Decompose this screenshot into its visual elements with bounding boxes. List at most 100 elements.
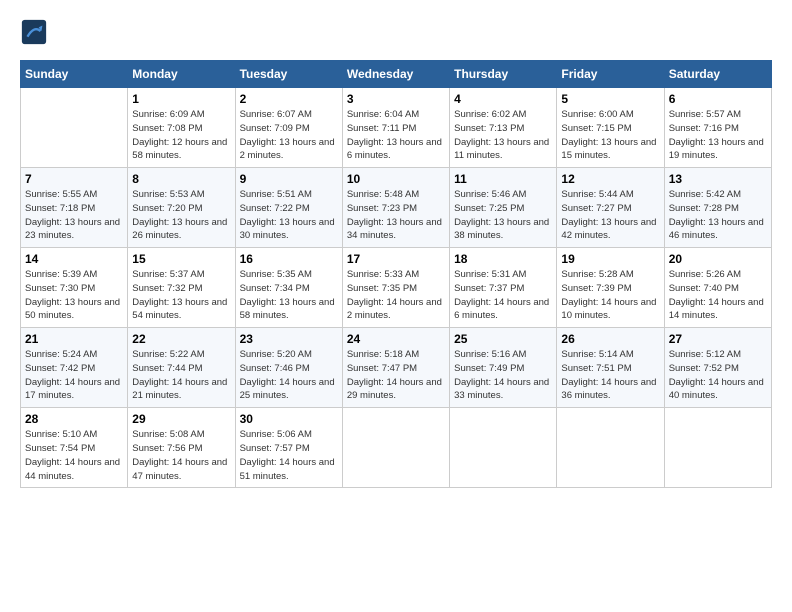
- day-number: 12: [561, 172, 659, 186]
- sun-info: Sunrise: 5:46 AM Sunset: 7:25 PM Dayligh…: [454, 188, 552, 243]
- sun-info: Sunrise: 5:06 AM Sunset: 7:57 PM Dayligh…: [240, 428, 338, 483]
- calendar-cell: 27 Sunrise: 5:12 AM Sunset: 7:52 PM Dayl…: [664, 328, 771, 408]
- calendar-table: SundayMondayTuesdayWednesdayThursdayFrid…: [20, 60, 772, 488]
- calendar-cell: 9 Sunrise: 5:51 AM Sunset: 7:22 PM Dayli…: [235, 168, 342, 248]
- sun-info: Sunrise: 5:28 AM Sunset: 7:39 PM Dayligh…: [561, 268, 659, 323]
- sun-info: Sunrise: 5:48 AM Sunset: 7:23 PM Dayligh…: [347, 188, 445, 243]
- calendar-cell: 23 Sunrise: 5:20 AM Sunset: 7:46 PM Dayl…: [235, 328, 342, 408]
- calendar-cell: 21 Sunrise: 5:24 AM Sunset: 7:42 PM Dayl…: [21, 328, 128, 408]
- sun-info: Sunrise: 5:20 AM Sunset: 7:46 PM Dayligh…: [240, 348, 338, 403]
- day-header-monday: Monday: [128, 61, 235, 88]
- day-header-friday: Friday: [557, 61, 664, 88]
- sun-info: Sunrise: 5:18 AM Sunset: 7:47 PM Dayligh…: [347, 348, 445, 403]
- sun-info: Sunrise: 5:44 AM Sunset: 7:27 PM Dayligh…: [561, 188, 659, 243]
- sun-info: Sunrise: 6:04 AM Sunset: 7:11 PM Dayligh…: [347, 108, 445, 163]
- calendar-cell: 3 Sunrise: 6:04 AM Sunset: 7:11 PM Dayli…: [342, 88, 449, 168]
- week-row-4: 21 Sunrise: 5:24 AM Sunset: 7:42 PM Dayl…: [21, 328, 772, 408]
- day-number: 15: [132, 252, 230, 266]
- sun-info: Sunrise: 5:42 AM Sunset: 7:28 PM Dayligh…: [669, 188, 767, 243]
- sun-info: Sunrise: 5:39 AM Sunset: 7:30 PM Dayligh…: [25, 268, 123, 323]
- sun-info: Sunrise: 5:33 AM Sunset: 7:35 PM Dayligh…: [347, 268, 445, 323]
- calendar-header: SundayMondayTuesdayWednesdayThursdayFrid…: [21, 61, 772, 88]
- day-number: 4: [454, 92, 552, 106]
- day-number: 5: [561, 92, 659, 106]
- week-row-1: 1 Sunrise: 6:09 AM Sunset: 7:08 PM Dayli…: [21, 88, 772, 168]
- sun-info: Sunrise: 5:55 AM Sunset: 7:18 PM Dayligh…: [25, 188, 123, 243]
- sun-info: Sunrise: 5:26 AM Sunset: 7:40 PM Dayligh…: [669, 268, 767, 323]
- calendar-cell: 5 Sunrise: 6:00 AM Sunset: 7:15 PM Dayli…: [557, 88, 664, 168]
- sun-info: Sunrise: 5:24 AM Sunset: 7:42 PM Dayligh…: [25, 348, 123, 403]
- week-row-2: 7 Sunrise: 5:55 AM Sunset: 7:18 PM Dayli…: [21, 168, 772, 248]
- logo: [20, 18, 52, 46]
- day-header-wednesday: Wednesday: [342, 61, 449, 88]
- calendar-cell: 13 Sunrise: 5:42 AM Sunset: 7:28 PM Dayl…: [664, 168, 771, 248]
- day-header-sunday: Sunday: [21, 61, 128, 88]
- sun-info: Sunrise: 5:53 AM Sunset: 7:20 PM Dayligh…: [132, 188, 230, 243]
- day-header-tuesday: Tuesday: [235, 61, 342, 88]
- day-number: 19: [561, 252, 659, 266]
- calendar-cell: 30 Sunrise: 5:06 AM Sunset: 7:57 PM Dayl…: [235, 408, 342, 488]
- calendar-cell: 17 Sunrise: 5:33 AM Sunset: 7:35 PM Dayl…: [342, 248, 449, 328]
- sun-info: Sunrise: 5:22 AM Sunset: 7:44 PM Dayligh…: [132, 348, 230, 403]
- day-number: 1: [132, 92, 230, 106]
- day-number: 17: [347, 252, 445, 266]
- calendar-cell: [342, 408, 449, 488]
- calendar-cell: [450, 408, 557, 488]
- calendar-body: 1 Sunrise: 6:09 AM Sunset: 7:08 PM Dayli…: [21, 88, 772, 488]
- calendar-cell: 1 Sunrise: 6:09 AM Sunset: 7:08 PM Dayli…: [128, 88, 235, 168]
- day-number: 20: [669, 252, 767, 266]
- calendar-cell: 10 Sunrise: 5:48 AM Sunset: 7:23 PM Dayl…: [342, 168, 449, 248]
- day-number: 28: [25, 412, 123, 426]
- day-number: 23: [240, 332, 338, 346]
- sun-info: Sunrise: 5:51 AM Sunset: 7:22 PM Dayligh…: [240, 188, 338, 243]
- sun-info: Sunrise: 5:16 AM Sunset: 7:49 PM Dayligh…: [454, 348, 552, 403]
- calendar-cell: [557, 408, 664, 488]
- calendar-cell: 12 Sunrise: 5:44 AM Sunset: 7:27 PM Dayl…: [557, 168, 664, 248]
- day-number: 11: [454, 172, 552, 186]
- sun-info: Sunrise: 5:57 AM Sunset: 7:16 PM Dayligh…: [669, 108, 767, 163]
- calendar-cell: 25 Sunrise: 5:16 AM Sunset: 7:49 PM Dayl…: [450, 328, 557, 408]
- sun-info: Sunrise: 5:12 AM Sunset: 7:52 PM Dayligh…: [669, 348, 767, 403]
- sun-info: Sunrise: 6:09 AM Sunset: 7:08 PM Dayligh…: [132, 108, 230, 163]
- day-number: 10: [347, 172, 445, 186]
- day-header-thursday: Thursday: [450, 61, 557, 88]
- day-number: 26: [561, 332, 659, 346]
- day-number: 30: [240, 412, 338, 426]
- day-number: 9: [240, 172, 338, 186]
- calendar-cell: [664, 408, 771, 488]
- day-number: 14: [25, 252, 123, 266]
- calendar-cell: 22 Sunrise: 5:22 AM Sunset: 7:44 PM Dayl…: [128, 328, 235, 408]
- week-row-3: 14 Sunrise: 5:39 AM Sunset: 7:30 PM Dayl…: [21, 248, 772, 328]
- calendar-cell: 28 Sunrise: 5:10 AM Sunset: 7:54 PM Dayl…: [21, 408, 128, 488]
- day-header-saturday: Saturday: [664, 61, 771, 88]
- day-number: 16: [240, 252, 338, 266]
- sun-info: Sunrise: 5:10 AM Sunset: 7:54 PM Dayligh…: [25, 428, 123, 483]
- week-row-5: 28 Sunrise: 5:10 AM Sunset: 7:54 PM Dayl…: [21, 408, 772, 488]
- day-number: 25: [454, 332, 552, 346]
- logo-icon: [20, 18, 48, 46]
- day-number: 29: [132, 412, 230, 426]
- calendar-cell: 19 Sunrise: 5:28 AM Sunset: 7:39 PM Dayl…: [557, 248, 664, 328]
- calendar-cell: 29 Sunrise: 5:08 AM Sunset: 7:56 PM Dayl…: [128, 408, 235, 488]
- calendar-cell: 11 Sunrise: 5:46 AM Sunset: 7:25 PM Dayl…: [450, 168, 557, 248]
- calendar-cell: 16 Sunrise: 5:35 AM Sunset: 7:34 PM Dayl…: [235, 248, 342, 328]
- calendar-cell: 24 Sunrise: 5:18 AM Sunset: 7:47 PM Dayl…: [342, 328, 449, 408]
- page-container: SundayMondayTuesdayWednesdayThursdayFrid…: [0, 0, 792, 498]
- calendar-cell: 26 Sunrise: 5:14 AM Sunset: 7:51 PM Dayl…: [557, 328, 664, 408]
- day-number: 24: [347, 332, 445, 346]
- sun-info: Sunrise: 5:35 AM Sunset: 7:34 PM Dayligh…: [240, 268, 338, 323]
- sun-info: Sunrise: 5:14 AM Sunset: 7:51 PM Dayligh…: [561, 348, 659, 403]
- calendar-cell: 15 Sunrise: 5:37 AM Sunset: 7:32 PM Dayl…: [128, 248, 235, 328]
- day-number: 8: [132, 172, 230, 186]
- sun-info: Sunrise: 5:08 AM Sunset: 7:56 PM Dayligh…: [132, 428, 230, 483]
- day-number: 22: [132, 332, 230, 346]
- sun-info: Sunrise: 5:37 AM Sunset: 7:32 PM Dayligh…: [132, 268, 230, 323]
- sun-info: Sunrise: 6:07 AM Sunset: 7:09 PM Dayligh…: [240, 108, 338, 163]
- day-number: 3: [347, 92, 445, 106]
- days-header-row: SundayMondayTuesdayWednesdayThursdayFrid…: [21, 61, 772, 88]
- day-number: 18: [454, 252, 552, 266]
- sun-info: Sunrise: 6:00 AM Sunset: 7:15 PM Dayligh…: [561, 108, 659, 163]
- calendar-cell: 14 Sunrise: 5:39 AM Sunset: 7:30 PM Dayl…: [21, 248, 128, 328]
- calendar-cell: 20 Sunrise: 5:26 AM Sunset: 7:40 PM Dayl…: [664, 248, 771, 328]
- day-number: 21: [25, 332, 123, 346]
